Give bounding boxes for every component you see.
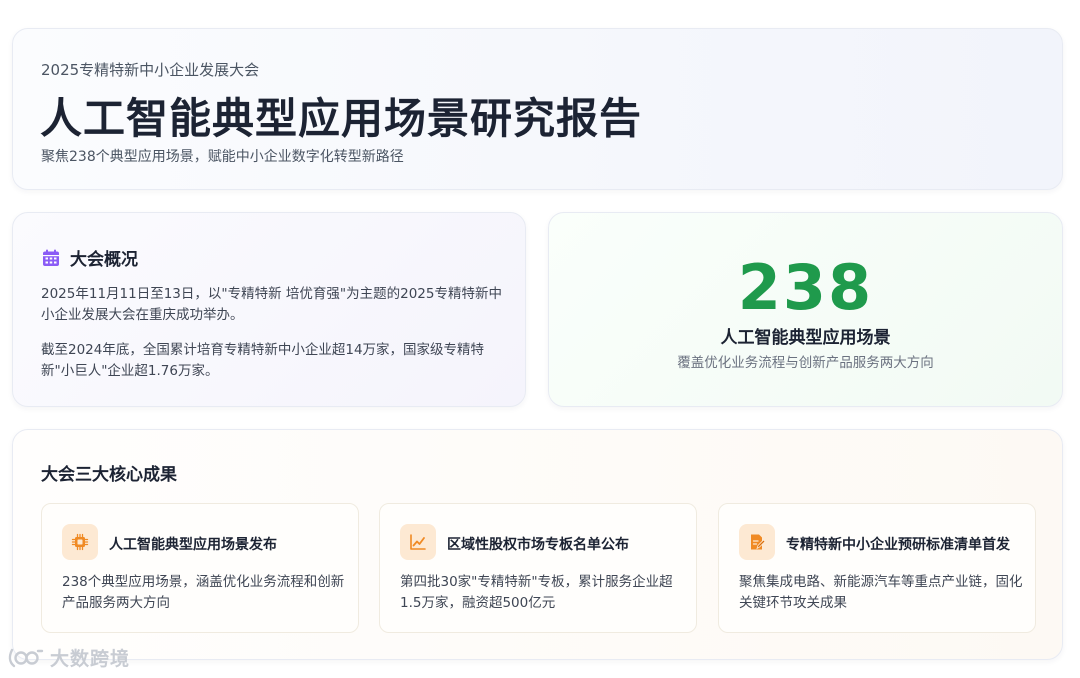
achievement-card: 专精特新中小企业预研标准清单首发 聚焦集成电路、新能源汽车等重点产业链，固化关键…	[718, 503, 1036, 633]
report-title: 人工智能典型应用场景研究报告	[40, 94, 643, 143]
achievement-card: 区域性股权市场专板名单公布 第四批30家"专精特新"专板，累计服务企业超1.5万…	[379, 503, 697, 633]
stat-label: 人工智能典型应用场景	[720, 328, 891, 348]
watermark: 大数跨境	[8, 644, 130, 671]
overview-title: 大会概况	[70, 250, 138, 270]
chip-icon	[71, 533, 89, 551]
achievement-description: 第四批30家"专精特新"专板，累计服务企业超1.5万家，融资超500亿元	[400, 574, 673, 611]
achievement-icon-box	[400, 524, 436, 560]
achievement-title: 人工智能典型应用场景发布	[109, 537, 277, 553]
stat-card: 238 人工智能典型应用场景 覆盖优化业务流程与创新产品服务两大方向	[548, 212, 1063, 407]
achievement-title: 区域性股权市场专板名单公布	[447, 537, 629, 553]
stat-number: 238	[737, 251, 874, 324]
logo-icon	[8, 648, 44, 667]
overview-card: 大会概况 2025年11月11日至13日，以"专精特新 培优育强"为主题的202…	[12, 212, 526, 407]
achievements-title: 大会三大核心成果	[41, 465, 177, 485]
achievement-card: 人工智能典型应用场景发布 238个典型应用场景，涵盖优化业务流程和创新产品服务两…	[41, 503, 359, 633]
achievement-description: 聚焦集成电路、新能源汽车等重点产业链，固化关键环节攻关成果	[739, 574, 1023, 611]
report-header: 2025专精特新中小企业发展大会 人工智能典型应用场景研究报告 聚焦238个典型…	[12, 28, 1063, 190]
calendar-icon	[43, 249, 59, 266]
watermark-text: 大数跨境	[50, 648, 131, 670]
report-tagline: 聚焦238个典型应用场景，赋能中小企业数字化转型新路径	[41, 149, 404, 165]
conference-subtitle: 2025专精特新中小企业发展大会	[41, 61, 260, 79]
overview-paragraph-1: 2025年11月11日至13日，以"专精特新 培优育强"为主题的2025专精特新…	[41, 286, 502, 323]
line-chart-icon	[410, 534, 426, 550]
achievement-icon-box	[739, 524, 775, 560]
achievement-icon-box	[62, 524, 98, 560]
achievement-description: 238个典型应用场景，涵盖优化业务流程和创新产品服务两大方向	[62, 574, 345, 611]
overview-paragraph-2: 截至2024年底，全国累计培育专精特新中小企业超14万家，国家级专精特新"小巨人…	[41, 342, 485, 379]
achievement-title: 专精特新中小企业预研标准清单首发	[786, 537, 1010, 553]
stat-description: 覆盖优化业务流程与创新产品服务两大方向	[677, 355, 934, 371]
achievements-section: 大会三大核心成果 人工智能典型应用场景发布 238个典型应用场景，涵盖优化业务流…	[12, 429, 1063, 660]
edit-document-icon	[751, 534, 766, 550]
overview-heading: 大会概况	[41, 245, 138, 270]
